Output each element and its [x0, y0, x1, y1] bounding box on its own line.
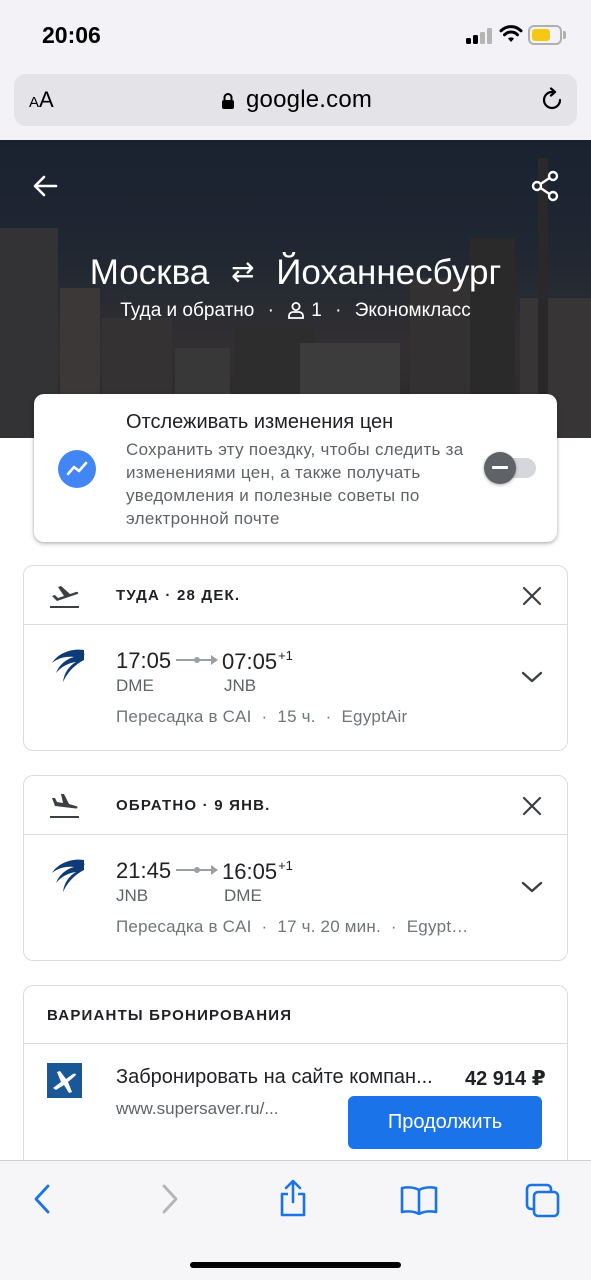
route-title: Москва ⇄ Йоханнесбург — [0, 253, 591, 293]
forward-icon[interactable] — [160, 1183, 180, 1215]
bookmarks-icon[interactable] — [400, 1185, 438, 1215]
outbound-airports: DME JNB — [116, 676, 256, 696]
arrive-time: 07:05 — [222, 649, 278, 674]
outbound-flight-label: ТУДА · 28 ДЕК. — [116, 587, 241, 604]
duration: 17 ч. 20 мин. — [277, 917, 381, 936]
to-airport-code: JNB — [224, 676, 257, 695]
airline-name: Egypt… — [406, 917, 469, 936]
outbound-flight-card: ТУДА · 28 ДЕК. 17:05 07:05+1 DME JNB Пер… — [23, 565, 568, 751]
return-flight-card: ОБРАТНО · 9 ЯНВ. 21:45 16:05+1 JNB DME П… — [23, 775, 568, 961]
close-icon[interactable] — [521, 585, 543, 607]
browser-chrome: AA google.com — [0, 70, 591, 140]
supersaver-logo-icon — [47, 1063, 82, 1098]
chevron-down-icon[interactable] — [521, 670, 543, 684]
return-flight-details: Пересадка в CAI · 17 ч. 20 мин. · Egypt… — [116, 917, 469, 936]
passenger-count: 1 — [311, 300, 322, 321]
share-sheet-icon[interactable] — [278, 1179, 308, 1217]
back-icon[interactable] — [32, 1183, 52, 1215]
trip-type: Туда и обратно — [120, 300, 255, 321]
from-airport-code: JNB — [116, 886, 149, 905]
price-trend-icon — [58, 450, 96, 488]
continue-button[interactable]: Продолжить — [348, 1096, 542, 1149]
text-size-button[interactable]: AA — [29, 87, 54, 113]
cellular-signal-icon — [466, 27, 492, 44]
outbound-flight-details: Пересадка в CAI · 15 ч. · EgyptAir — [116, 707, 408, 726]
battery-level — [532, 29, 550, 41]
stop-info: Пересадка в CAI — [116, 917, 252, 936]
origin-city: Москва — [89, 253, 210, 292]
url-text[interactable]: google.com — [246, 86, 372, 114]
flight-arrow-icon — [176, 865, 218, 875]
battery-icon — [528, 25, 562, 45]
arrive-time: 16:05 — [222, 859, 278, 884]
battery-tip — [563, 31, 566, 39]
status-bar: 20:06 — [0, 0, 591, 70]
return-airports: JNB DME — [116, 886, 262, 906]
return-times: 21:45 16:05+1 — [116, 858, 293, 884]
return-flight-label: ОБРАТНО · 9 ЯНВ. — [116, 797, 271, 814]
chevron-down-icon[interactable] — [521, 880, 543, 894]
status-time: 20:06 — [42, 22, 101, 48]
depart-time: 21:45 — [116, 858, 172, 883]
price-tracking-description: Сохранить эту поездку, чтобы следить за … — [126, 440, 464, 528]
wifi-icon — [499, 25, 523, 42]
egyptair-logo-icon — [52, 859, 85, 892]
reload-icon[interactable] — [539, 87, 565, 113]
booking-options-header: ВАРИАНТЫ БРОНИРОВАНИЯ — [24, 986, 567, 1044]
booking-options-title: ВАРИАНТЫ БРОНИРОВАНИЯ — [47, 1007, 293, 1024]
stop-info: Пересадка в CAI — [116, 707, 252, 726]
address-bar[interactable]: AA google.com — [14, 74, 577, 126]
egyptair-logo-icon — [52, 649, 85, 682]
close-icon[interactable] — [521, 795, 543, 817]
flight-arrow-icon — [176, 655, 218, 665]
booking-option-name[interactable]: Забронировать на сайте компан... — [116, 1066, 433, 1089]
lock-icon — [222, 93, 234, 109]
duration: 15 ч. — [277, 707, 316, 726]
depart-time: 17:05 — [116, 648, 172, 673]
outbound-flight-header: ТУДА · 28 ДЕК. — [24, 566, 567, 625]
booking-price: 42 914 ₽ — [465, 1068, 546, 1090]
trip-summary: Туда и обратно · 1 · Экономкласс — [120, 300, 471, 321]
to-airport-code: DME — [224, 886, 262, 905]
airline-name: EgyptAir — [341, 707, 408, 726]
day-offset: +1 — [278, 858, 293, 873]
home-indicator — [190, 1262, 401, 1268]
person-icon — [288, 302, 305, 319]
landing-icon — [50, 794, 79, 818]
swap-arrows-icon: ⇄ — [230, 256, 255, 287]
cabin-class: Экономкласс — [354, 300, 471, 321]
outbound-times: 17:05 07:05+1 — [116, 648, 293, 674]
share-icon[interactable] — [530, 170, 560, 202]
back-arrow-icon[interactable] — [32, 174, 58, 198]
price-tracking-card: Отслеживать изменения цен Сохранить эту … — [34, 394, 557, 542]
booking-options-card: ВАРИАНТЫ БРОНИРОВАНИЯ Забронировать на с… — [23, 985, 568, 1175]
takeoff-icon — [50, 586, 79, 608]
tabs-icon[interactable] — [525, 1183, 561, 1219]
booking-url: www.supersaver.ru/... — [116, 1099, 279, 1118]
toggle-knob[interactable] — [484, 452, 516, 484]
from-airport-code: DME — [116, 676, 154, 695]
day-offset: +1 — [278, 648, 293, 663]
price-tracking-toggle[interactable] — [484, 452, 536, 484]
return-flight-header: ОБРАТНО · 9 ЯНВ. — [24, 776, 567, 835]
destination-city: Йоханнесбург — [276, 253, 502, 292]
price-tracking-title: Отслеживать изменения цен — [126, 411, 394, 433]
